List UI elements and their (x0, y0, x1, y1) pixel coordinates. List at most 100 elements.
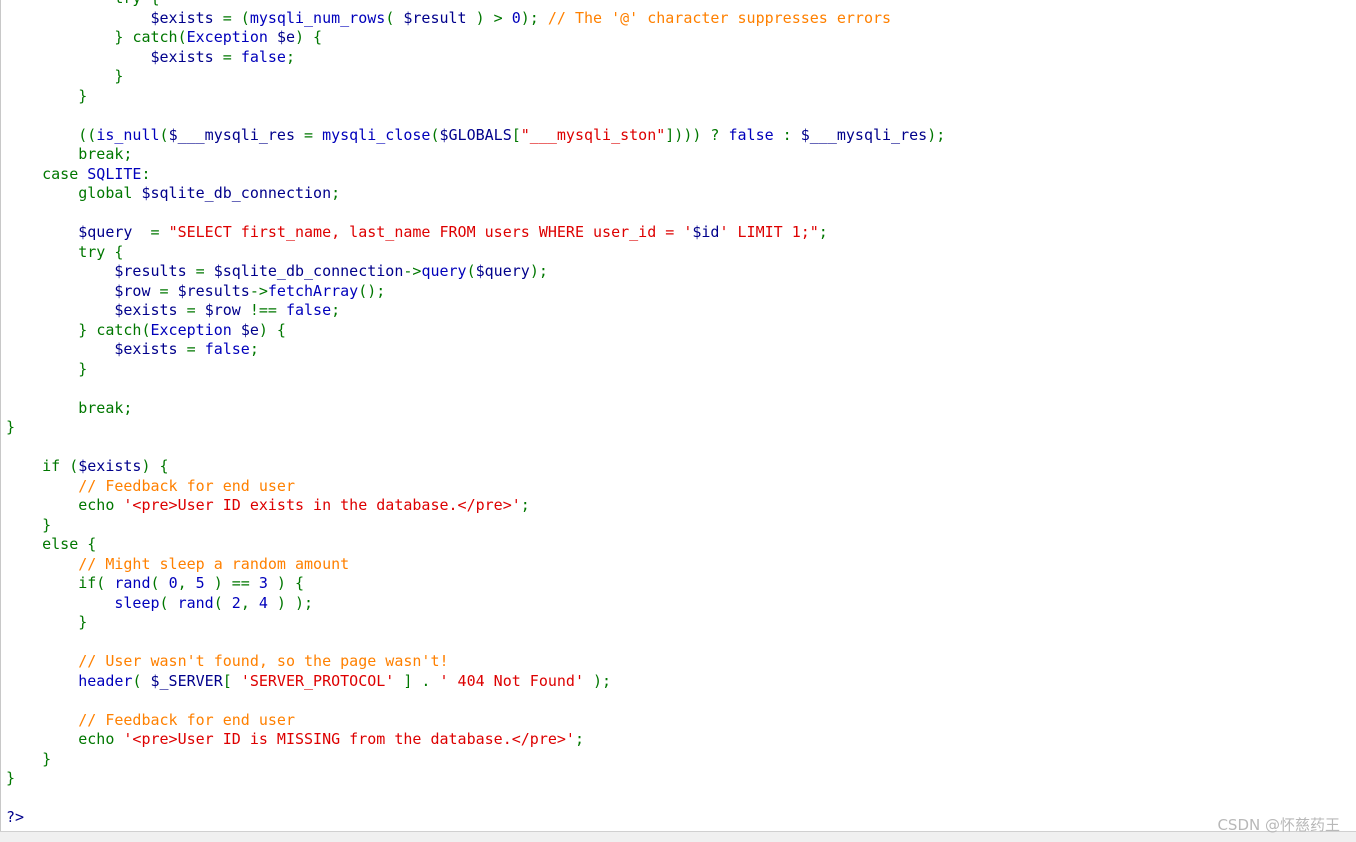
code-token: ( (132, 671, 151, 690)
code-token: } (6, 320, 97, 339)
code-token: 0 (511, 8, 521, 27)
code-token: ); (584, 671, 612, 690)
code-token: } (6, 749, 52, 768)
code-token: $sqlite_db_connection (213, 262, 404, 280)
code-token: query (421, 262, 467, 280)
code-token: '<pre>User ID is MISSING from the databa… (123, 730, 575, 748)
code-line: echo '<pre>User ID is MISSING from the d… (6, 730, 945, 750)
code-line: break; (6, 399, 945, 419)
code-token: ( (159, 125, 169, 144)
code-token: global (6, 184, 142, 202)
code-token: mysqli_close (322, 125, 431, 144)
code-token: ; (520, 496, 530, 514)
code-token: 'SERVER_PROTOCOL' (240, 671, 395, 690)
code-line: ​ (6, 789, 945, 809)
code-token: $results (177, 281, 250, 300)
code-token: case (6, 164, 88, 183)
code-token: , (177, 574, 196, 592)
code-line: $row = $results->fetchArray(); (6, 282, 945, 302)
code-token: ( (466, 262, 476, 280)
code-token: $___mysqli_res (800, 125, 928, 144)
code-token: 0 (168, 574, 178, 592)
code-viewer: try { $exists = (mysqli_num_rows( $resul… (0, 0, 1356, 831)
code-line: case SQLITE: (6, 165, 945, 185)
code-token: ( (141, 320, 151, 339)
code-token: = (295, 125, 323, 144)
code-token: , (240, 593, 259, 612)
code-line: ?> (6, 808, 945, 828)
code-token: ( (213, 593, 232, 612)
code-token: -> (403, 262, 422, 280)
code-line: // Feedback for end user (6, 711, 945, 731)
code-token: ; (249, 340, 259, 358)
code-line: $exists = (mysqli_num_rows( $result ) > … (6, 9, 945, 29)
code-token: rand (177, 593, 214, 612)
code-token: ' 404 Not Found' (439, 671, 585, 690)
code-token: ( (177, 28, 187, 46)
code-token: catch (132, 28, 178, 46)
code-token: $results (114, 262, 187, 280)
code-token: else { (6, 535, 97, 553)
code-token: mysqli_num_rows (249, 8, 386, 27)
code-line: try { (6, 243, 945, 263)
code-line: } (6, 516, 945, 536)
code-token: $GLOBALS (439, 125, 512, 144)
code-token: is_null (96, 125, 160, 144)
code-token: = ( (213, 8, 250, 27)
code-line: echo '<pre>User ID exists in the databas… (6, 496, 945, 516)
code-line: // Might sleep a random amount (6, 555, 945, 575)
code-line: ​ (6, 691, 945, 711)
php-source-code: try { $exists = (mysqli_num_rows( $resul… (6, 0, 945, 828)
code-line: ​ (6, 106, 945, 126)
code-token: $exists (150, 47, 214, 66)
code-token: ) { (258, 320, 286, 339)
code-token: false (204, 340, 250, 358)
code-token: if( (6, 574, 115, 592)
code-line: ​ (6, 379, 945, 399)
code-token: ); (927, 125, 946, 144)
code-token: echo (6, 730, 124, 748)
code-line: $exists = false; (6, 340, 945, 360)
code-token: 2 (231, 593, 241, 612)
watermark: CSDN @怀慈药王 (1217, 816, 1340, 834)
code-token: ; (331, 184, 341, 202)
code-token: break; (6, 145, 133, 163)
code-token: (( (6, 125, 97, 144)
code-token: -> (249, 281, 268, 300)
code-token: ); (529, 262, 548, 280)
code-token: !== (240, 301, 286, 319)
code-token: false (285, 301, 332, 319)
code-token: $result (403, 8, 467, 27)
code-token: fetchArray (267, 281, 359, 300)
code-token: SQLITE (87, 164, 142, 183)
code-line: } (6, 613, 945, 633)
code-token: [ (511, 125, 521, 144)
code-token: $exists (114, 340, 178, 358)
code-token: : (773, 125, 801, 144)
code-token: echo (6, 496, 124, 514)
code-token: ?> (6, 808, 25, 826)
code-token: ; (285, 47, 295, 66)
code-token: try { (6, 242, 124, 261)
code-token: } (6, 515, 52, 534)
code-token: $e (276, 28, 295, 46)
code-token: $___mysqli_res (168, 125, 295, 144)
code-token: // Feedback for end user (78, 710, 295, 729)
horizontal-scrollbar[interactable] (0, 831, 1356, 842)
code-line: break; (6, 145, 945, 165)
code-token: false (728, 125, 774, 144)
code-line: ((is_null($___mysqli_res = mysqli_close(… (6, 126, 945, 146)
code-token: } (6, 28, 133, 46)
code-token: try { (6, 0, 159, 7)
code-token: = (150, 281, 178, 300)
code-line: } (6, 418, 945, 438)
code-token: ) { (267, 574, 305, 592)
code-line: header( $_SERVER[ 'SERVER_PROTOCOL' ] . … (6, 672, 945, 692)
